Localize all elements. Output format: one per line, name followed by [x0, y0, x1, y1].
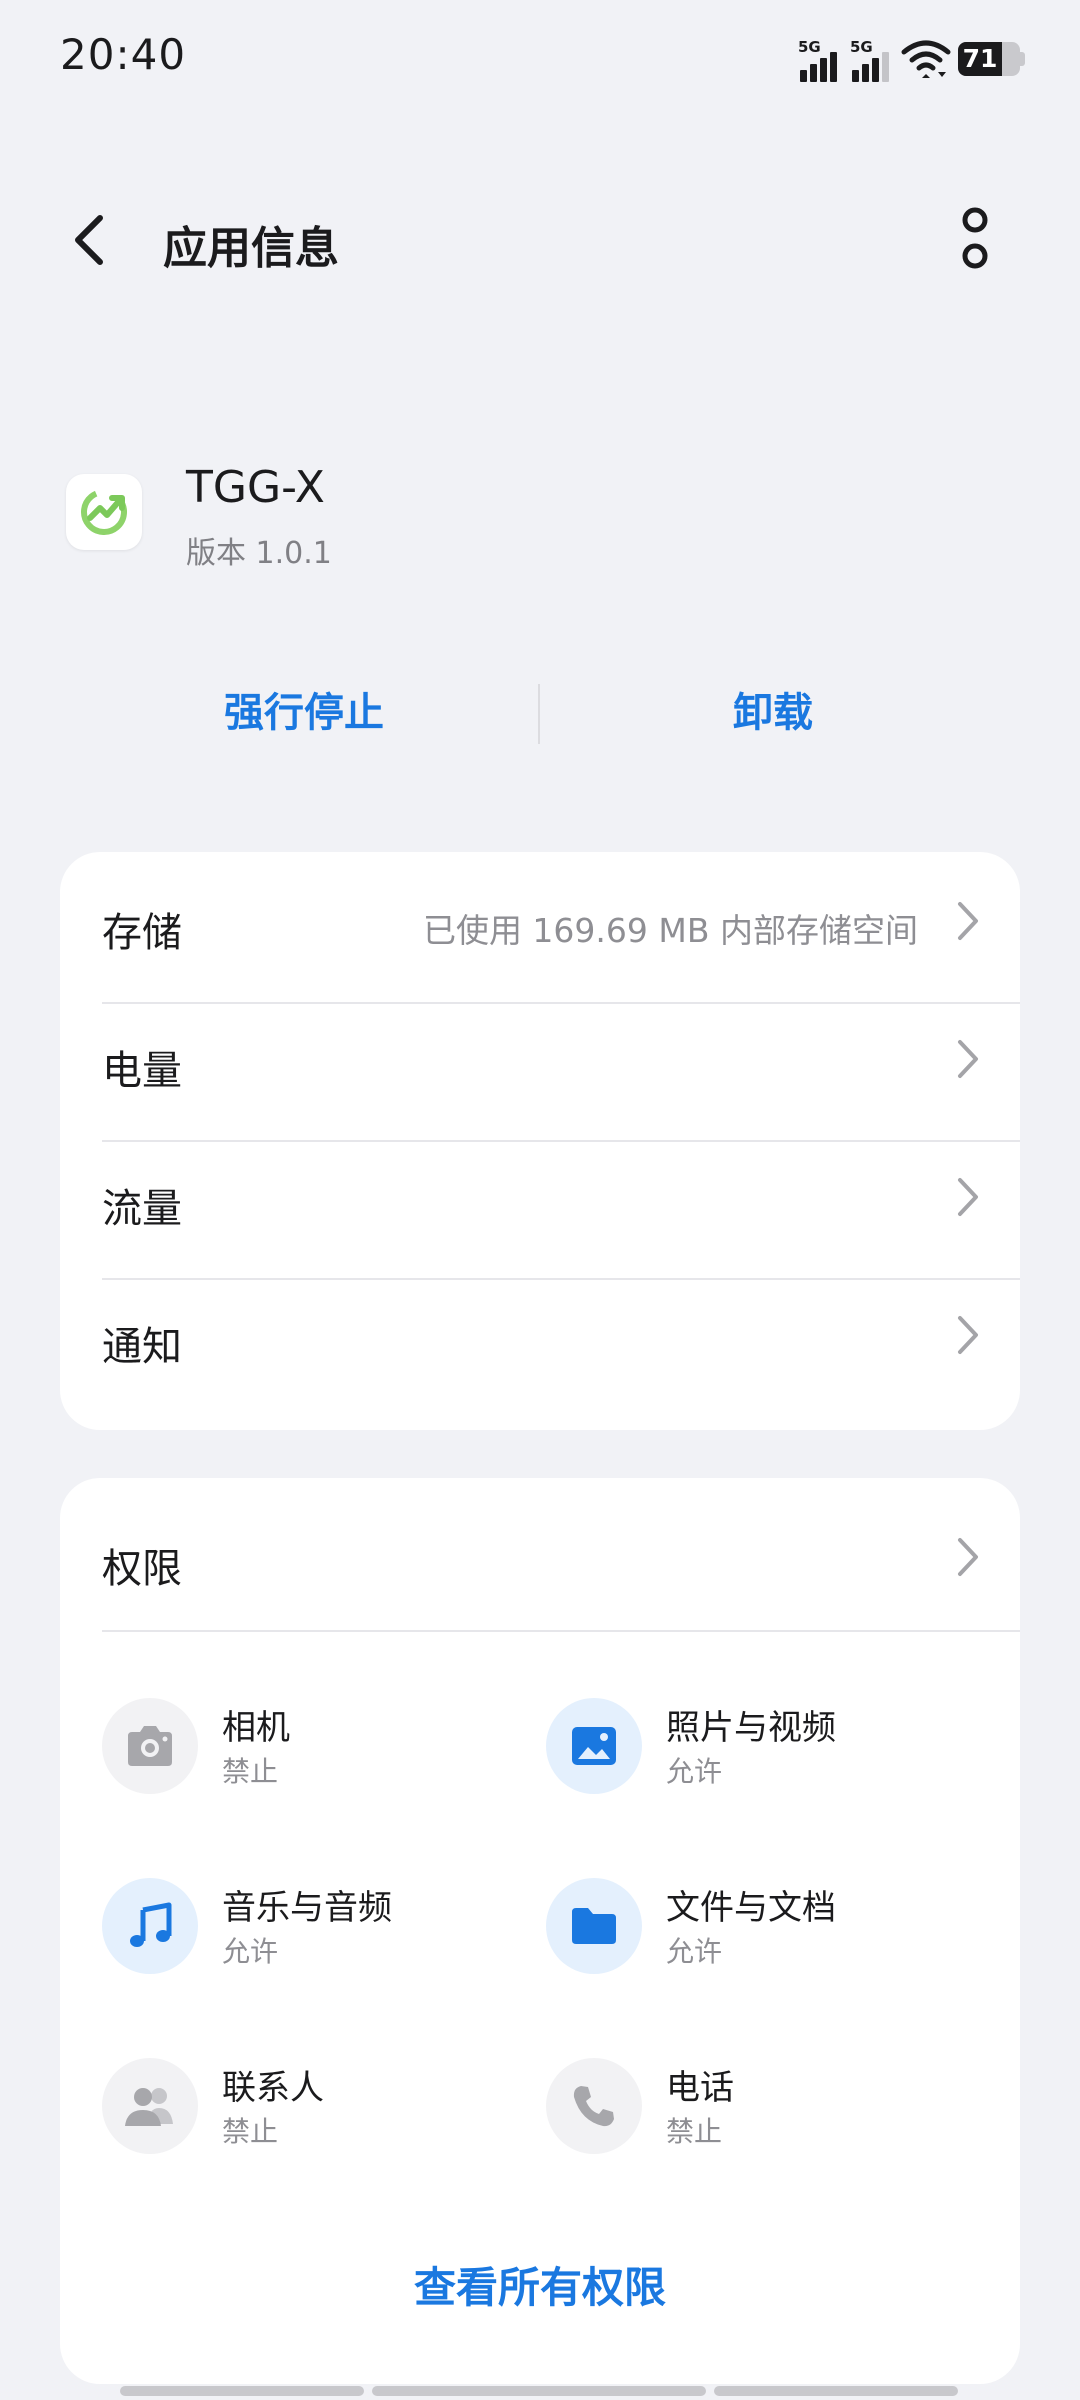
- permission-icon-circle: [546, 1698, 642, 1794]
- permission-state: 允许: [222, 1935, 279, 1968]
- permission-icon-circle: [546, 1878, 642, 1974]
- storage-value: 已使用 169.69 MB 内部存储空间: [422, 911, 918, 950]
- signal-1-icon: 5G: [798, 38, 844, 82]
- permission-icon-circle: [102, 2058, 198, 2154]
- camera-icon: [128, 1726, 172, 1766]
- storage-row[interactable]: 存储 已使用 169.69 MB 内部存储空间: [60, 852, 1020, 989]
- growth-arrow-icon: [81, 489, 127, 535]
- permission-name: 文件与文档: [666, 1888, 836, 1928]
- permission-name: 联系人: [222, 2068, 324, 2108]
- view-all-permissions-link[interactable]: 查看所有权限: [60, 2254, 1020, 2315]
- permissions-label: 权限: [102, 1546, 182, 1592]
- permission-state: 允许: [666, 1755, 723, 1788]
- permission-name: 相机: [222, 1708, 290, 1748]
- folder-icon: [572, 1908, 616, 1944]
- chevron-right-icon: [958, 1538, 978, 1576]
- app-settings-card: 存储 已使用 169.69 MB 内部存储空间 电量 流量 通知: [60, 852, 1020, 1430]
- permission-state: 允许: [666, 1935, 723, 1968]
- chevron-left-icon: [75, 215, 103, 265]
- permission-name: 电话: [666, 2068, 734, 2108]
- storage-label: 存储: [102, 910, 182, 956]
- network-type-2: 5G: [850, 38, 873, 56]
- permission-icon-circle: [546, 2058, 642, 2154]
- more-button[interactable]: [950, 204, 1000, 278]
- music-icon: [130, 1902, 172, 1947]
- phone-icon: [573, 2086, 614, 2127]
- battery-cap: [1020, 52, 1025, 66]
- data-usage-label: 流量: [102, 1186, 182, 1232]
- permission-music[interactable]: 音乐与音频 允许: [102, 1870, 542, 1980]
- nav-handle-segment: [120, 2386, 364, 2396]
- nav-handle-segment: [714, 2386, 958, 2396]
- permissions-row[interactable]: 权限: [60, 1478, 1020, 1615]
- chevron-right-icon: [958, 1316, 978, 1354]
- wifi-icon: [901, 40, 951, 78]
- nav-handle-segment: [372, 2386, 706, 2396]
- status-bar: 20:40 5G 5G 71: [0, 0, 1080, 120]
- force-stop-button[interactable]: 强行停止: [0, 680, 540, 738]
- permissions-card: 权限 相机 禁止 照片与视频 允许 音乐与音频 允许 文件与文档 允许 联系人 …: [60, 1478, 1020, 2384]
- permission-photos[interactable]: 照片与视频 允许: [546, 1690, 986, 1800]
- battery-icon: 71: [958, 42, 1020, 76]
- chevron-right-icon: [958, 902, 978, 940]
- uninstall-button[interactable]: 卸载: [540, 680, 1006, 738]
- permission-contacts[interactable]: 联系人 禁止: [102, 2050, 542, 2160]
- network-type-1: 5G: [798, 38, 821, 56]
- permission-camera[interactable]: 相机 禁止: [102, 1690, 542, 1800]
- permission-files[interactable]: 文件与文档 允许: [546, 1870, 986, 1980]
- app-version: 版本 1.0.1: [186, 536, 332, 571]
- permission-state: 禁止: [222, 1755, 279, 1788]
- permission-state: 禁止: [222, 2115, 279, 2148]
- battery-usage-label: 电量: [102, 1048, 182, 1094]
- image-icon: [572, 1727, 616, 1765]
- contacts-icon: [125, 2088, 173, 2126]
- notifications-row[interactable]: 通知: [60, 1266, 1020, 1403]
- page-title: 应用信息: [163, 223, 339, 274]
- battery-usage-row[interactable]: 电量: [60, 990, 1020, 1127]
- app-name: TGG-X: [186, 462, 325, 513]
- data-usage-row[interactable]: 流量: [60, 1128, 1020, 1265]
- notifications-label: 通知: [102, 1324, 182, 1370]
- battery-level: 71: [962, 44, 998, 73]
- status-time: 20:40: [60, 30, 187, 79]
- app-icon: [66, 474, 142, 550]
- chevron-right-icon: [958, 1178, 978, 1216]
- chevron-right-icon: [958, 1040, 978, 1078]
- permission-name: 音乐与音频: [222, 1888, 392, 1928]
- permission-icon-circle: [102, 1698, 198, 1794]
- divider: [102, 1630, 1020, 1632]
- permission-icon-circle: [102, 1878, 198, 1974]
- signal-2-icon: 5G: [850, 38, 896, 82]
- permission-phone[interactable]: 电话 禁止: [546, 2050, 986, 2160]
- permission-name: 照片与视频: [666, 1708, 836, 1748]
- permission-state: 禁止: [666, 2115, 723, 2148]
- more-vertical-icon: [962, 207, 988, 269]
- back-button[interactable]: [60, 208, 116, 272]
